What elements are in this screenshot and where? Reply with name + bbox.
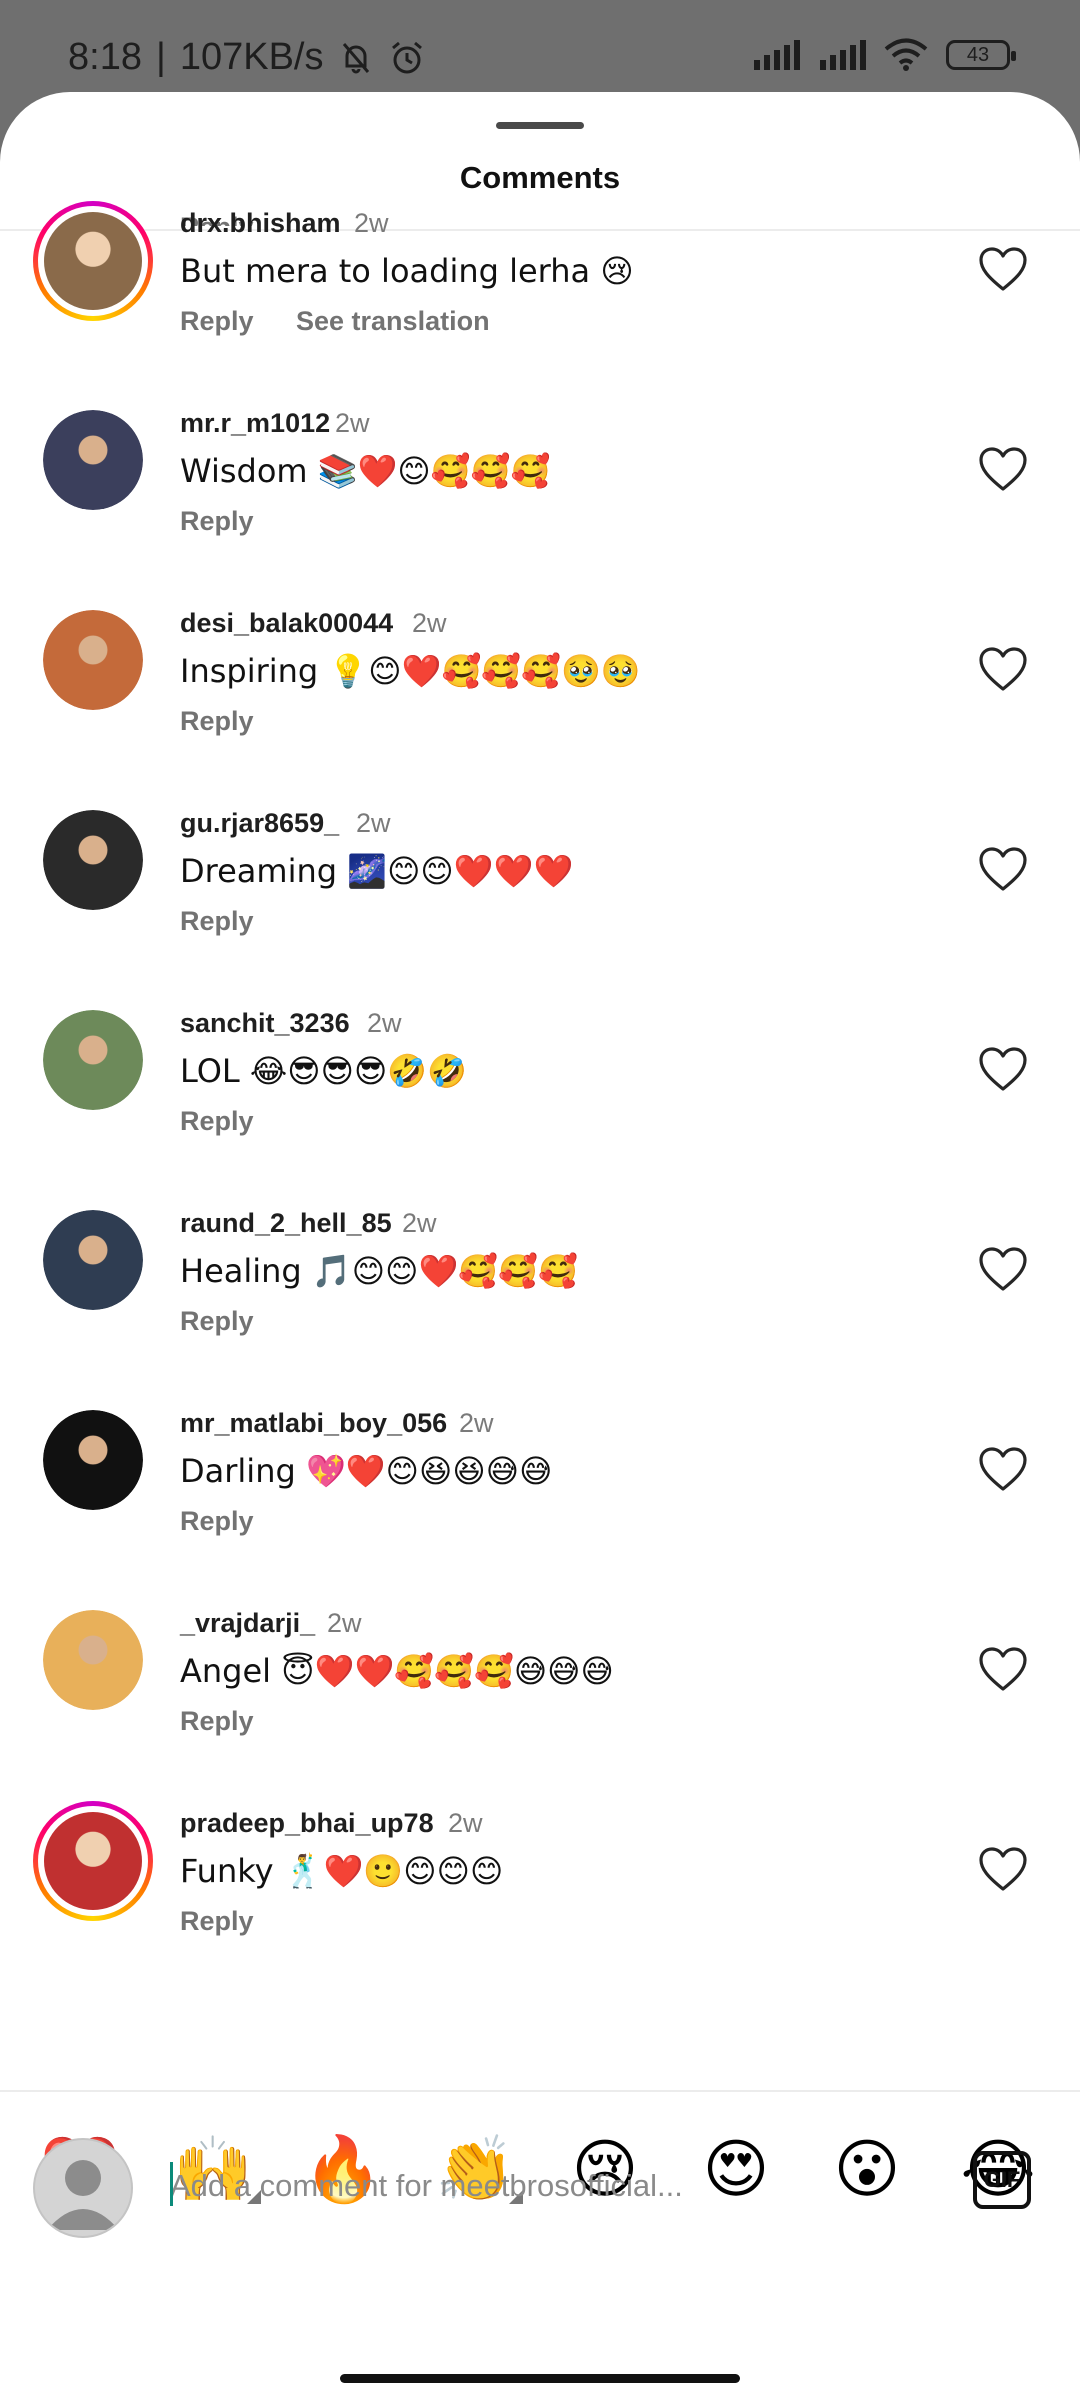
avatar-image xyxy=(43,1010,143,1110)
avatar-image xyxy=(43,410,143,510)
like-heart-icon[interactable] xyxy=(978,1646,1028,1692)
comment-text: Dreaming 🌌😊😊❤️❤️❤️ xyxy=(180,852,574,890)
reply-button[interactable]: Reply xyxy=(180,506,254,537)
comment-item: pradeep_bhai_up78 2w Funky 🕺❤️🙂😊😊😊 Reply xyxy=(0,1801,1080,2008)
comment-item: drx.bhisham 2w But mera to loading lerha 😢… xyxy=(0,201,1080,408)
comment-username[interactable]: mr.r_m1012 xyxy=(180,408,330,439)
comment-username[interactable]: desi_balak00044 xyxy=(180,608,393,639)
see-translation-button[interactable]: See translation xyxy=(296,306,490,337)
like-heart-icon[interactable] xyxy=(978,846,1028,892)
like-heart-icon[interactable] xyxy=(978,1246,1028,1292)
avatar[interactable] xyxy=(43,810,143,910)
comment-username[interactable]: sanchit_3236 xyxy=(180,1008,350,1039)
battery-indicator: 43 xyxy=(946,40,1016,70)
reply-button[interactable]: Reply xyxy=(180,906,254,937)
status-separator: | xyxy=(155,36,166,78)
like-heart-icon[interactable] xyxy=(978,446,1028,492)
comments-sheet: Comments Reply drx.bhisham 2w But mera to … xyxy=(0,92,1080,2400)
comment-text: LOL 😂😎😎😎🤣🤣 xyxy=(180,1052,468,1090)
status-right: 43 xyxy=(752,38,1016,72)
avatar[interactable] xyxy=(43,1210,143,1310)
comment-timestamp: 2w xyxy=(367,1008,402,1038)
status-left: 8:18 | 107KB/s xyxy=(68,36,426,79)
comment-username[interactable]: _vrajdarji_ xyxy=(180,1608,315,1639)
avatar[interactable] xyxy=(43,610,143,710)
home-indicator[interactable] xyxy=(340,2374,740,2383)
comment-username[interactable]: raund_2_hell_85 xyxy=(180,1208,392,1239)
comment-text: But mera to loading lerha 😢 xyxy=(180,252,634,290)
comment-input[interactable] xyxy=(170,2160,930,2212)
reply-button[interactable]: Reply xyxy=(180,1506,254,1537)
comment-timestamp: 2w xyxy=(354,208,389,238)
comment-text: Inspiring 💡😊❤️🥰🥰🥰🥹🥹 xyxy=(180,652,641,690)
comment-timestamp: 2w xyxy=(448,1808,483,1838)
battery-level: 43 xyxy=(966,43,990,66)
avatar-image xyxy=(43,1210,143,1310)
comment-text: Angel 😇❤️❤️🥰🥰🥰😅😅😅 xyxy=(180,1652,614,1690)
reply-button[interactable]: Reply xyxy=(180,1106,254,1137)
avatar[interactable] xyxy=(43,410,143,510)
comment-item: _vrajdarji_ 2w Angel 😇❤️❤️🥰🥰🥰😅😅😅 Reply xyxy=(0,1608,1080,1808)
signal-icon-2 xyxy=(820,40,866,70)
comment-timestamp: 2w xyxy=(459,1408,494,1438)
comment-timestamp: 2w xyxy=(402,1208,437,1238)
default-avatar-icon xyxy=(47,2160,119,2230)
reply-button[interactable]: Reply xyxy=(180,706,254,737)
comment-item: sanchit_3236 2w LOL 😂😎😎😎🤣🤣 Reply xyxy=(0,1008,1080,1208)
like-heart-icon[interactable] xyxy=(978,246,1028,292)
sheet-title: Comments xyxy=(459,160,621,195)
comment-timestamp: 2w xyxy=(335,408,370,438)
alarm-icon xyxy=(391,41,422,73)
comment-item: mr.r_m1012 2w Wisdom 📚❤️😊🥰🥰🥰 Reply xyxy=(0,408,1080,608)
status-bar: 8:18 | 107KB/s 43 xyxy=(0,0,1080,100)
comment-username[interactable]: drx.bhisham xyxy=(180,208,341,239)
like-heart-icon[interactable] xyxy=(978,1846,1028,1892)
avatar-ring-gap xyxy=(38,1806,148,1916)
comment-text: Darling 💖❤️😊😆😆😅😅 xyxy=(180,1452,553,1490)
comment-item: gu.rjar8659_ 2w Dreaming 🌌😊😊❤️❤️❤️ Reply xyxy=(0,808,1080,1008)
comment-text: Wisdom 📚❤️😊🥰🥰🥰 xyxy=(180,452,551,490)
avatar-story-ring[interactable] xyxy=(33,1801,153,1921)
comment-timestamp: 2w xyxy=(412,608,447,638)
avatar-ring-gap xyxy=(38,206,148,316)
avatar[interactable] xyxy=(43,1010,143,1110)
comment-item: raund_2_hell_85 2w Healing 🎵😊😊❤️🥰🥰🥰 Reply xyxy=(0,1208,1080,1408)
drag-handle[interactable] xyxy=(496,122,584,129)
gif-button[interactable]: GIF xyxy=(973,2151,1031,2209)
comment-text: Healing 🎵😊😊❤️🥰🥰🥰 xyxy=(180,1252,578,1290)
avatar-story-ring[interactable] xyxy=(33,201,153,321)
avatar-image xyxy=(43,810,143,910)
avatar[interactable] xyxy=(43,1610,143,1710)
avatar xyxy=(44,212,142,310)
avatar-image xyxy=(43,1610,143,1710)
comment-username[interactable]: gu.rjar8659_ xyxy=(180,808,339,839)
avatar-image xyxy=(43,1410,143,1510)
text-caret xyxy=(170,2162,173,2206)
like-heart-icon[interactable] xyxy=(978,646,1028,692)
reply-button[interactable]: Reply xyxy=(180,306,254,337)
avatar xyxy=(44,1812,142,1910)
reply-button[interactable]: Reply xyxy=(180,1706,254,1737)
comment-timestamp: 2w xyxy=(356,808,391,838)
status-time: 8:18 xyxy=(68,36,142,78)
comment-item: mr_matlabi_boy_056 2w Darling 💖❤️😊😆😆😅😅 Repl… xyxy=(0,1408,1080,1608)
comment-item: desi_balak00044 2w Inspiring 💡😊❤️🥰🥰🥰🥹🥹 Repl… xyxy=(0,608,1080,808)
bell-muted-icon xyxy=(342,42,369,73)
reply-button[interactable]: Reply xyxy=(180,1306,254,1337)
current-user-avatar xyxy=(33,2138,133,2238)
avatar-image xyxy=(43,610,143,710)
network-speed: 107KB/s xyxy=(179,36,324,78)
like-heart-icon[interactable] xyxy=(978,1446,1028,1492)
reply-button[interactable]: Reply xyxy=(180,1906,254,1937)
signal-icon xyxy=(754,40,800,70)
comment-timestamp: 2w xyxy=(327,1608,362,1638)
comment-text: Funky 🕺❤️🙂😊😊😊 xyxy=(180,1852,504,1890)
wifi-icon xyxy=(884,38,928,71)
avatar[interactable] xyxy=(43,1410,143,1510)
comment-username[interactable]: mr_matlabi_boy_056 xyxy=(180,1408,447,1439)
composer-divider xyxy=(0,2090,1080,2092)
comment-username[interactable]: pradeep_bhai_up78 xyxy=(180,1808,434,1839)
like-heart-icon[interactable] xyxy=(978,1046,1028,1092)
